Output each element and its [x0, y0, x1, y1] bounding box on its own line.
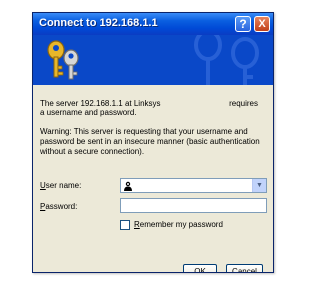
server-message-line1: The server 192.168.1.1 at Linksys [40, 99, 161, 108]
remember-password-checkbox[interactable] [120, 220, 130, 230]
window-title: Connect to 192.168.1.1 [39, 17, 158, 29]
dialog-body: The server 192.168.1.1 at Linksys requir… [33, 85, 273, 272]
password-field[interactable] [120, 198, 267, 213]
ok-button[interactable]: OK [183, 264, 217, 272]
remember-label-text: emember my password [139, 220, 223, 229]
password-label-text: assword: [45, 202, 78, 211]
server-message-requires: requires [229, 99, 258, 108]
close-button[interactable]: X [254, 16, 270, 32]
server-message-line2: a username and password. [40, 108, 137, 117]
user-icon [124, 181, 132, 191]
server-message: The server 192.168.1.1 at Linksys requir… [40, 99, 266, 117]
username-label-text: ser name: [45, 181, 82, 190]
warning-message: Warning: This server is requesting that … [40, 127, 260, 156]
cancel-button[interactable]: Cancel [226, 264, 263, 272]
chevron-down-icon[interactable]: ▼ [252, 179, 266, 192]
keys-icon [47, 40, 79, 80]
help-button[interactable]: ? [235, 16, 251, 32]
username-field[interactable]: ▼ [120, 178, 267, 193]
username-label: User name: [40, 181, 81, 190]
remember-password-label[interactable]: Remember my password [134, 220, 223, 229]
dialog-banner [33, 35, 273, 85]
password-label: Password: [40, 202, 77, 211]
title-bar[interactable]: Connect to 192.168.1.1 ? X [33, 13, 273, 35]
connect-dialog: Connect to 192.168.1.1 ? X The server 19… [32, 12, 274, 273]
banner-keys-watermark [194, 35, 259, 85]
